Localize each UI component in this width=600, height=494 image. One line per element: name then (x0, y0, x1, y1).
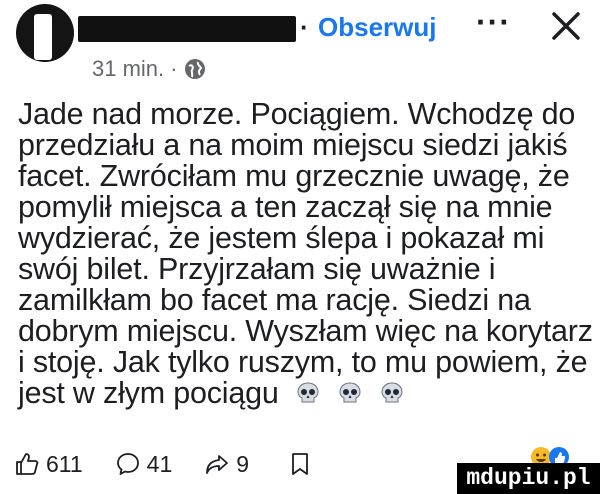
comment-count: 41 (146, 450, 173, 477)
like-button[interactable]: 611 (14, 451, 83, 478)
watermark-logo: mdupiu.pl (457, 463, 600, 494)
skull-emoji-icon (297, 382, 319, 403)
share-button[interactable]: 9 (204, 451, 249, 478)
post-line: dobrym miejscu. Wyszłam więc na korytarz (18, 314, 593, 348)
action-bar: 611 41 9 (14, 444, 345, 484)
post-line: wydzierać, że jestem ślepa i pokazał mi (18, 221, 545, 255)
post-line-last: jest w złym pociągu (18, 378, 590, 409)
save-button[interactable] (287, 451, 313, 477)
comment-button[interactable]: 41 (115, 450, 173, 478)
share-count: 9 (236, 450, 250, 477)
globe-icon (184, 59, 205, 79)
close-icon[interactable] (548, 8, 584, 44)
comment-icon (116, 453, 139, 475)
skull-emoji-icon (381, 382, 403, 403)
skull-emoji-icon (339, 382, 361, 403)
post-line-text: jest w złym pociągu (18, 376, 279, 410)
thumbs-up-icon (16, 453, 39, 475)
post-line: i stoję. Jak tylko ruszym, to mu powiem,… (18, 345, 588, 379)
post-line: przedziału a na moim miejscu siedzi jaki… (18, 128, 568, 162)
post-line: zamilkłam bo facet ma rację. Siedzi na (18, 283, 531, 317)
post-text: Jade nad morze. Pociągiem. Wchodzę do pr… (18, 97, 593, 409)
like-count: 611 (46, 450, 83, 477)
post-header: · Obserwuj ··· 31 min. · (0, 0, 600, 100)
more-options-button[interactable]: ··· (476, 4, 511, 41)
post-line: facet. Zwróciłam mu grzecznie uwagę, że (18, 159, 570, 193)
post-line: swój bilet. Przyjrzałam się uważnie i (18, 252, 496, 286)
timestamp[interactable]: 31 min. · (92, 56, 178, 82)
post-meta: 31 min. · (92, 56, 206, 82)
avatar[interactable] (16, 4, 74, 62)
post-line: Jade nad morze. Pociągiem. Wchodzę do (18, 97, 576, 131)
post-line: pomylił miejsca a ten zaczął się na mnie (18, 190, 553, 224)
follow-button[interactable]: Obserwuj (318, 12, 436, 43)
share-icon (206, 455, 229, 474)
separator-dot: · (300, 12, 309, 42)
bookmark-icon (292, 453, 308, 475)
author-name-redacted[interactable] (78, 16, 296, 42)
